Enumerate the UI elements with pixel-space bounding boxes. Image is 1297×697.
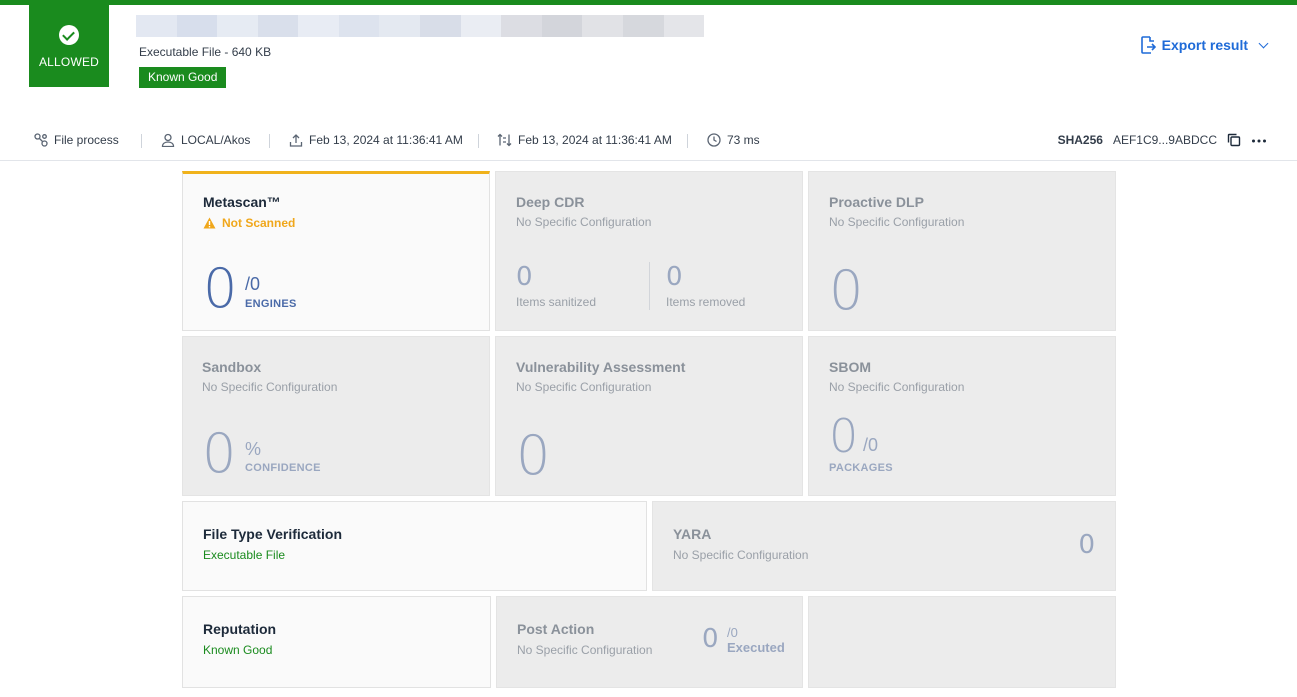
yara-card[interactable]: YARA No Specific Configuration 0 (652, 501, 1116, 591)
file-name-redacted (136, 15, 705, 37)
sandbox-card[interactable]: Sandbox No Specific Configuration 0 % CO… (182, 336, 490, 496)
deep-cdr-card[interactable]: Deep CDR No Specific Configuration 0 Ite… (495, 171, 803, 331)
duration-label: 73 ms (727, 133, 760, 147)
sandbox-label: CONFIDENCE (245, 462, 321, 474)
sbom-total: /0 (863, 435, 879, 455)
reputation-card[interactable]: Reputation Known Good (182, 596, 491, 688)
duration: 73 ms (707, 133, 760, 147)
post-action-title: Post Action (517, 621, 595, 637)
items-sanitized-label: Items sanitized (516, 295, 597, 309)
processed-time-label: Feb 13, 2024 at 11:36:41 AM (518, 133, 672, 147)
copy-icon[interactable] (1227, 133, 1241, 147)
ftv-status: Executable File (203, 548, 286, 562)
post-action-label: Executed (727, 640, 785, 655)
proactive-dlp-card[interactable]: Proactive DLP No Specific Configuration … (808, 171, 1116, 331)
processed-time: Feb 13, 2024 at 11:36:41 AM (497, 133, 672, 147)
ftv-title: File Type Verification (203, 526, 343, 542)
vuln-title: Vulnerability Assessment (516, 359, 686, 375)
metascan-total: /0 (245, 274, 261, 294)
file-meta-bar: File process LOCAL/Akos Feb 13, 2024 at … (0, 125, 1297, 161)
sandbox-title: Sandbox (202, 359, 262, 375)
divider (269, 134, 270, 148)
metascan-value: 0 (203, 257, 238, 320)
upload-time: Feb 13, 2024 at 11:36:41 AM (289, 133, 463, 147)
sbom-title: SBOM (829, 359, 871, 375)
upload-icon (289, 134, 303, 147)
items-removed-label: Items removed (666, 295, 746, 309)
dlp-value: 0 (829, 259, 864, 322)
sbom-label: PACKAGES (829, 462, 893, 474)
file-process-label: File process (54, 133, 119, 147)
export-result-button[interactable]: Export result (1140, 36, 1269, 54)
vuln-sub: No Specific Configuration (516, 380, 652, 394)
items-sanitized-value: 0 (516, 262, 533, 292)
yara-value: 0 (1078, 530, 1095, 560)
file-process-link[interactable]: File process (34, 133, 119, 147)
refresh-icon (497, 133, 512, 147)
user-icon (161, 133, 175, 147)
sha256-label: SHA256 (1057, 133, 1103, 147)
reputation-status: Known Good (203, 643, 273, 657)
metascan-label: ENGINES (245, 298, 297, 310)
post-action-total: /0 (727, 625, 738, 640)
reputation-badge: Known Good (139, 67, 227, 88)
post-action-value: 0 (702, 624, 719, 654)
sandbox-value: 0 (202, 422, 237, 485)
reputation-title: Reputation (203, 621, 277, 637)
divider (687, 134, 688, 148)
upload-time-label: Feb 13, 2024 at 11:36:41 AM (309, 133, 463, 147)
user-label: LOCAL/Akos (181, 133, 251, 147)
divider (141, 134, 142, 148)
empty-card (808, 596, 1116, 688)
sha256-value: AEF1C9...9ABDCC (1112, 133, 1217, 147)
status-top-bar (0, 0, 1297, 5)
file-type-verification-card[interactable]: File Type Verification Executable File (182, 501, 647, 591)
items-removed-value: 0 (666, 262, 683, 292)
yara-title: YARA (673, 526, 712, 542)
post-action-sub: No Specific Configuration (517, 643, 653, 657)
sandbox-unit: % (245, 439, 262, 459)
warning-icon (203, 217, 216, 229)
vulnerability-card[interactable]: Vulnerability Assessment No Specific Con… (495, 336, 803, 496)
clock-icon (707, 133, 721, 147)
sbom-value: 0 (829, 409, 859, 463)
user-info: LOCAL/Akos (161, 133, 250, 147)
divider (478, 134, 479, 148)
export-result-label: Export result (1161, 37, 1248, 53)
dlp-sub: No Specific Configuration (829, 215, 965, 229)
export-icon (1140, 36, 1156, 54)
divider (649, 262, 650, 310)
post-action-card[interactable]: Post Action No Specific Configuration 0 … (496, 596, 803, 688)
vuln-value: 0 (516, 424, 551, 487)
sandbox-sub: No Specific Configuration (202, 380, 338, 394)
more-options-icon[interactable] (1251, 133, 1267, 147)
verdict-badge: ALLOWED (29, 4, 109, 87)
yara-sub: No Specific Configuration (673, 548, 809, 562)
metascan-title: Metascan™ (203, 194, 281, 210)
sbom-sub: No Specific Configuration (829, 380, 965, 394)
chevron-down-icon (1258, 38, 1269, 48)
deep-cdr-sub: No Specific Configuration (516, 215, 652, 229)
deep-cdr-title: Deep CDR (516, 194, 585, 210)
metascan-status-label: Not Scanned (222, 216, 296, 230)
sbom-card[interactable]: SBOM No Specific Configuration 0 /0 PACK… (808, 336, 1116, 496)
sha256-info: SHA256 AEF1C9...9ABDCC (1058, 133, 1267, 147)
file-info: Executable File - 640 KB (139, 45, 272, 59)
verdict-label: ALLOWED (38, 55, 100, 69)
check-circle-icon (59, 25, 79, 45)
metascan-status: Not Scanned (203, 216, 295, 230)
dlp-title: Proactive DLP (829, 194, 924, 210)
process-icon (34, 133, 48, 147)
metascan-card[interactable]: Metascan™ Not Scanned 0 /0 ENGINES (182, 171, 490, 331)
